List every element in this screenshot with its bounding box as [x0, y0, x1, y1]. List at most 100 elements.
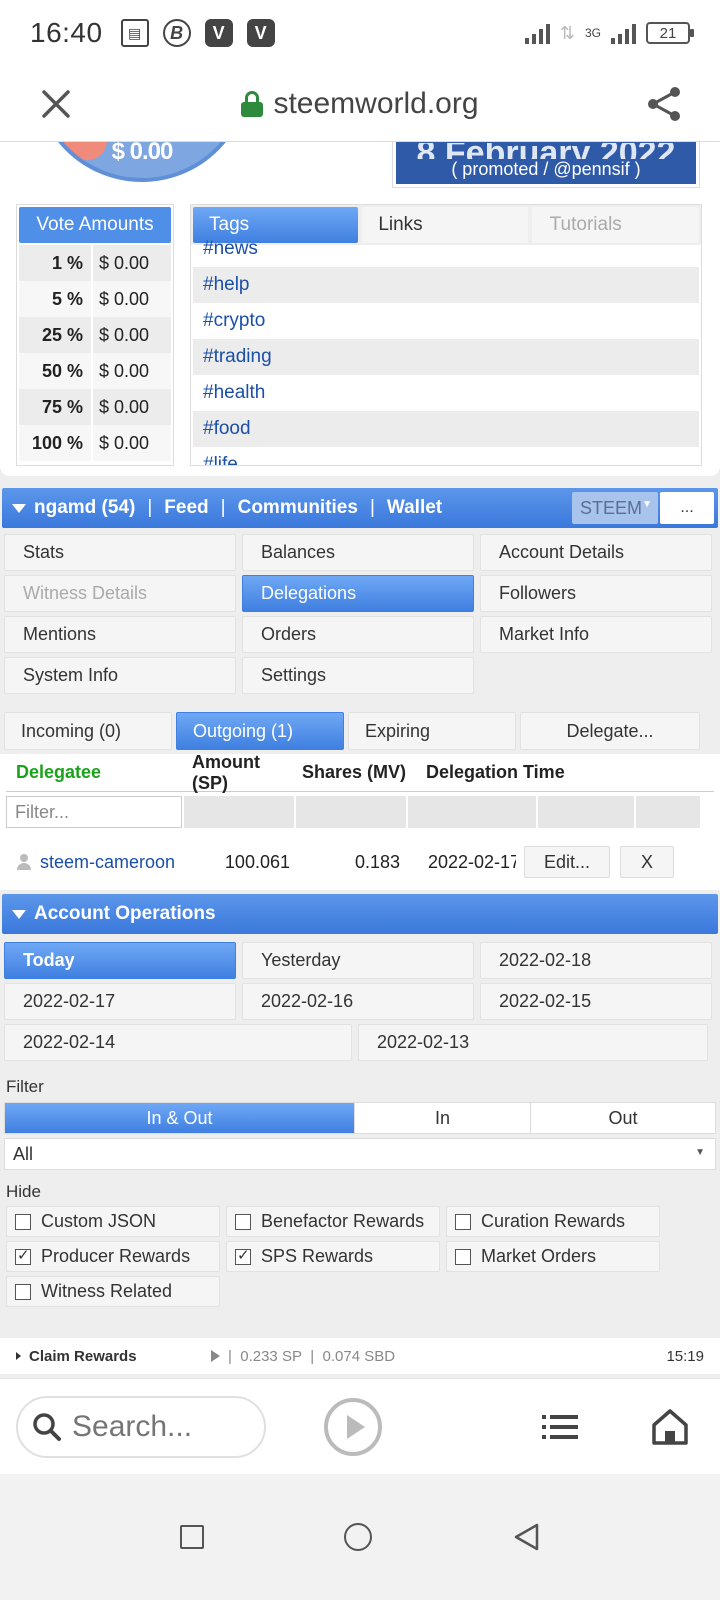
day-2022-02-14[interactable]: 2022-02-14: [4, 1024, 352, 1061]
checkbox[interactable]: [455, 1213, 471, 1230]
edit-delegation-button[interactable]: Edit...: [524, 846, 610, 878]
menu-orders[interactable]: Orders: [242, 616, 474, 653]
menu-mentions[interactable]: Mentions: [4, 616, 236, 653]
menu-account-details[interactable]: Account Details: [480, 534, 712, 571]
share-button[interactable]: [634, 74, 694, 134]
search-icon: [33, 1412, 61, 1441]
vote-amount: $ 0.00: [99, 361, 150, 381]
gauge-value: $ 0.00: [111, 142, 174, 165]
menu-delegations[interactable]: Delegations: [242, 575, 474, 612]
day-2022-02-15[interactable]: 2022-02-15: [480, 983, 712, 1020]
day-2022-02-16[interactable]: 2022-02-16: [242, 983, 474, 1020]
token-select[interactable]: STEEM ▼: [572, 492, 658, 524]
checkbox[interactable]: [455, 1248, 471, 1265]
menu-stats[interactable]: Stats: [4, 534, 236, 571]
operation-type-value: All: [13, 1143, 34, 1164]
checkbox-checked[interactable]: [15, 1246, 31, 1265]
menu-followers[interactable]: Followers: [480, 575, 712, 612]
back-button[interactable]: [512, 1522, 540, 1552]
vote-row: 100 % $ 0.00: [19, 425, 171, 461]
menu-system-info[interactable]: System Info: [4, 657, 236, 694]
vote-pct: 1 %: [19, 245, 93, 281]
delegatee-link[interactable]: steem-cameroon: [40, 852, 194, 873]
promo-subtitle: ( promoted / @pennsif ): [451, 159, 641, 179]
vote-amount: $ 0.00: [99, 289, 150, 309]
nav-user-link[interactable]: ngamd (54): [34, 497, 135, 519]
hide-benefactor-rewards[interactable]: Benefactor Rewards: [226, 1206, 440, 1237]
hide-producer-rewards[interactable]: Producer Rewards: [6, 1241, 220, 1272]
collapse-icon[interactable]: [12, 503, 26, 513]
remove-delegation-button[interactable]: X: [620, 846, 674, 878]
day-selector: Today Yesterday 2022-02-18 2022-02-17 20…: [4, 942, 716, 1065]
status-bar: 16:40 ▤ B V V ⇅ 3G 21: [0, 0, 720, 66]
notification-icons: ▤ B V V: [120, 19, 275, 47]
search-box[interactable]: [16, 1395, 266, 1458]
direction-in-out[interactable]: In & Out: [5, 1103, 355, 1133]
hide-curation-rewards[interactable]: Curation Rewards: [446, 1206, 660, 1237]
hide-witness-related[interactable]: Witness Related: [6, 1276, 220, 1307]
col-shares[interactable]: Shares (MV): [298, 762, 412, 783]
hide-market-orders[interactable]: Market Orders: [446, 1241, 660, 1272]
tab-outgoing[interactable]: Outgoing (1): [176, 712, 344, 750]
day-2022-02-17[interactable]: 2022-02-17: [4, 983, 236, 1020]
bitcoin-app-icon: B: [162, 19, 191, 47]
close-tab-button[interactable]: [26, 74, 86, 134]
checkbox[interactable]: [15, 1283, 31, 1300]
tag-link[interactable]: #health: [193, 375, 699, 411]
url-display[interactable]: steemworld.org: [86, 87, 634, 121]
day-2022-02-18[interactable]: 2022-02-18: [480, 942, 712, 979]
menu-witness-details[interactable]: Witness Details: [4, 575, 236, 612]
search-input[interactable]: [72, 1409, 252, 1444]
tag-link[interactable]: #help: [193, 267, 699, 303]
nav-feed-link[interactable]: Feed: [164, 497, 208, 519]
direction-out[interactable]: Out: [531, 1103, 715, 1133]
tag-link[interactable]: #life: [193, 447, 699, 465]
hide-sps-rewards[interactable]: SPS Rewards: [226, 1241, 440, 1272]
list-icon: [542, 1414, 582, 1419]
tab-incoming[interactable]: Incoming (0): [4, 712, 172, 750]
day-yesterday[interactable]: Yesterday: [242, 942, 474, 979]
col-amount[interactable]: Amount (SP): [186, 752, 298, 794]
expand-icon[interactable]: [16, 1352, 21, 1360]
operation-row[interactable]: Claim Rewards | 0.233 SP | 0.074 SBD 15:…: [0, 1332, 720, 1374]
delegatee-filter-input[interactable]: Filter...: [6, 796, 182, 828]
signal-icon: [524, 22, 550, 44]
account-operations-bar[interactable]: Account Operations: [2, 894, 718, 934]
day-today[interactable]: Today: [4, 942, 236, 979]
media-play-button[interactable]: [324, 1397, 382, 1456]
delegate-button[interactable]: Delegate...: [520, 712, 700, 750]
operation-type-select[interactable]: All ▼: [4, 1138, 716, 1170]
nav-wallet-link[interactable]: Wallet: [387, 497, 442, 519]
checkbox[interactable]: [15, 1213, 31, 1230]
account-operations-title: Account Operations: [34, 903, 216, 924]
more-button[interactable]: ...: [660, 492, 714, 524]
tag-link[interactable]: #trading: [193, 339, 699, 375]
menu-balances[interactable]: Balances: [242, 534, 474, 571]
tabs-list-button[interactable]: [542, 1407, 582, 1447]
tag-link[interactable]: #food: [193, 411, 699, 447]
vote-amount: $ 0.00: [99, 397, 150, 417]
nav-communities-link[interactable]: Communities: [238, 497, 358, 519]
tag-link[interactable]: #news: [193, 231, 699, 267]
home-icon: [652, 1408, 688, 1445]
network-type: 3G: [584, 26, 601, 40]
col-delegation-time[interactable]: Delegation Time: [412, 762, 572, 783]
checkbox-checked[interactable]: [235, 1246, 251, 1265]
menu-settings[interactable]: Settings: [242, 657, 474, 694]
day-2022-02-13[interactable]: 2022-02-13: [358, 1024, 708, 1061]
menu-market-info[interactable]: Market Info: [480, 616, 712, 653]
home-button[interactable]: [650, 1407, 690, 1447]
promo-banner[interactable]: 8 February 2022 ( promoted / @pennsif ): [392, 142, 700, 188]
home-nav-button[interactable]: [344, 1523, 372, 1551]
delegation-table-header: Delegatee Amount (SP) Shares (MV) Delega…: [6, 752, 714, 794]
operation-time: 15:19: [666, 1347, 704, 1365]
vote-amounts-panel: Vote Amounts 1 % $ 0.00 5 % $ 0.00 25 % $ 0…: [16, 204, 174, 466]
hide-custom-json[interactable]: Custom JSON: [6, 1206, 220, 1237]
tag-link[interactable]: #crypto: [193, 303, 699, 339]
direction-in[interactable]: In: [355, 1103, 531, 1133]
checkbox[interactable]: [235, 1213, 251, 1230]
col-delegatee[interactable]: Delegatee: [6, 762, 186, 783]
tab-expiring[interactable]: Expiring: [348, 712, 516, 750]
vote-amounts-header[interactable]: Vote Amounts: [19, 207, 171, 243]
recents-button[interactable]: [180, 1525, 204, 1549]
